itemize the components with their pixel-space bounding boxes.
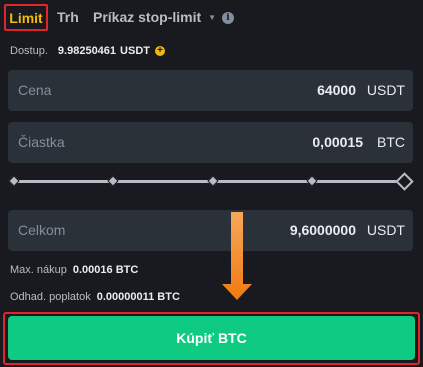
amount-value[interactable]: 0,00015 bbox=[312, 134, 363, 150]
price-unit: USDT bbox=[366, 82, 405, 98]
total-input[interactable]: Celkom 9,6000000 USDT bbox=[8, 210, 413, 251]
order-type-tabs: Limit Trh Príkaz stop-limit ▼ i bbox=[0, 0, 423, 36]
available-balance: Dostup. 9.98250461 USDT + bbox=[10, 45, 165, 57]
tab-stop-limit-label: Príkaz stop-limit bbox=[93, 9, 202, 25]
amount-slider[interactable] bbox=[8, 172, 414, 192]
price-input[interactable]: Cena 64000 USDT bbox=[8, 70, 413, 111]
price-label: Cena bbox=[18, 82, 52, 98]
caret-down-icon[interactable]: ▼ bbox=[208, 13, 216, 22]
buy-btc-button[interactable]: Kúpiť BTC bbox=[8, 316, 415, 360]
total-label: Celkom bbox=[18, 222, 66, 238]
info-icon[interactable]: i bbox=[222, 12, 234, 24]
estimated-fee: Odhad. poplatok 0.00000011 BTC bbox=[10, 291, 180, 303]
available-unit: USDT bbox=[120, 45, 150, 57]
estimated-fee-label: Odhad. poplatok bbox=[10, 291, 91, 303]
amount-input[interactable]: Čiastka 0,00015 BTC bbox=[8, 122, 413, 163]
slider-mark-75[interactable] bbox=[306, 175, 318, 187]
price-value[interactable]: 64000 bbox=[317, 82, 356, 98]
slider-mark-25[interactable] bbox=[107, 175, 119, 187]
estimated-fee-value: 0.00000011 BTC bbox=[96, 291, 180, 303]
available-value: 9.98250461 bbox=[57, 45, 117, 57]
slider-mark-50[interactable] bbox=[207, 175, 219, 187]
amount-unit: BTC bbox=[377, 134, 405, 150]
total-value[interactable]: 9,6000000 bbox=[290, 222, 356, 238]
tab-limit[interactable]: Limit bbox=[4, 4, 48, 31]
max-buy-value: 0.00016 BTC bbox=[72, 264, 139, 276]
slider-mark-0[interactable] bbox=[8, 175, 20, 187]
arrow-down-icon bbox=[222, 212, 252, 300]
max-buy-label: Max. nákup bbox=[10, 264, 67, 276]
add-funds-icon[interactable]: + bbox=[155, 46, 165, 56]
tab-stop-limit[interactable]: Príkaz stop-limit ▼ bbox=[93, 9, 216, 25]
tab-market[interactable]: Trh bbox=[57, 9, 79, 25]
amount-label: Čiastka bbox=[18, 134, 65, 150]
max-buy: Max. nákup 0.00016 BTC bbox=[10, 264, 138, 276]
total-unit: USDT bbox=[366, 222, 405, 238]
slider-handle[interactable] bbox=[395, 172, 414, 191]
order-form: Limit Trh Príkaz stop-limit ▼ i Dostup. … bbox=[0, 0, 423, 367]
available-label: Dostup. bbox=[10, 45, 48, 57]
